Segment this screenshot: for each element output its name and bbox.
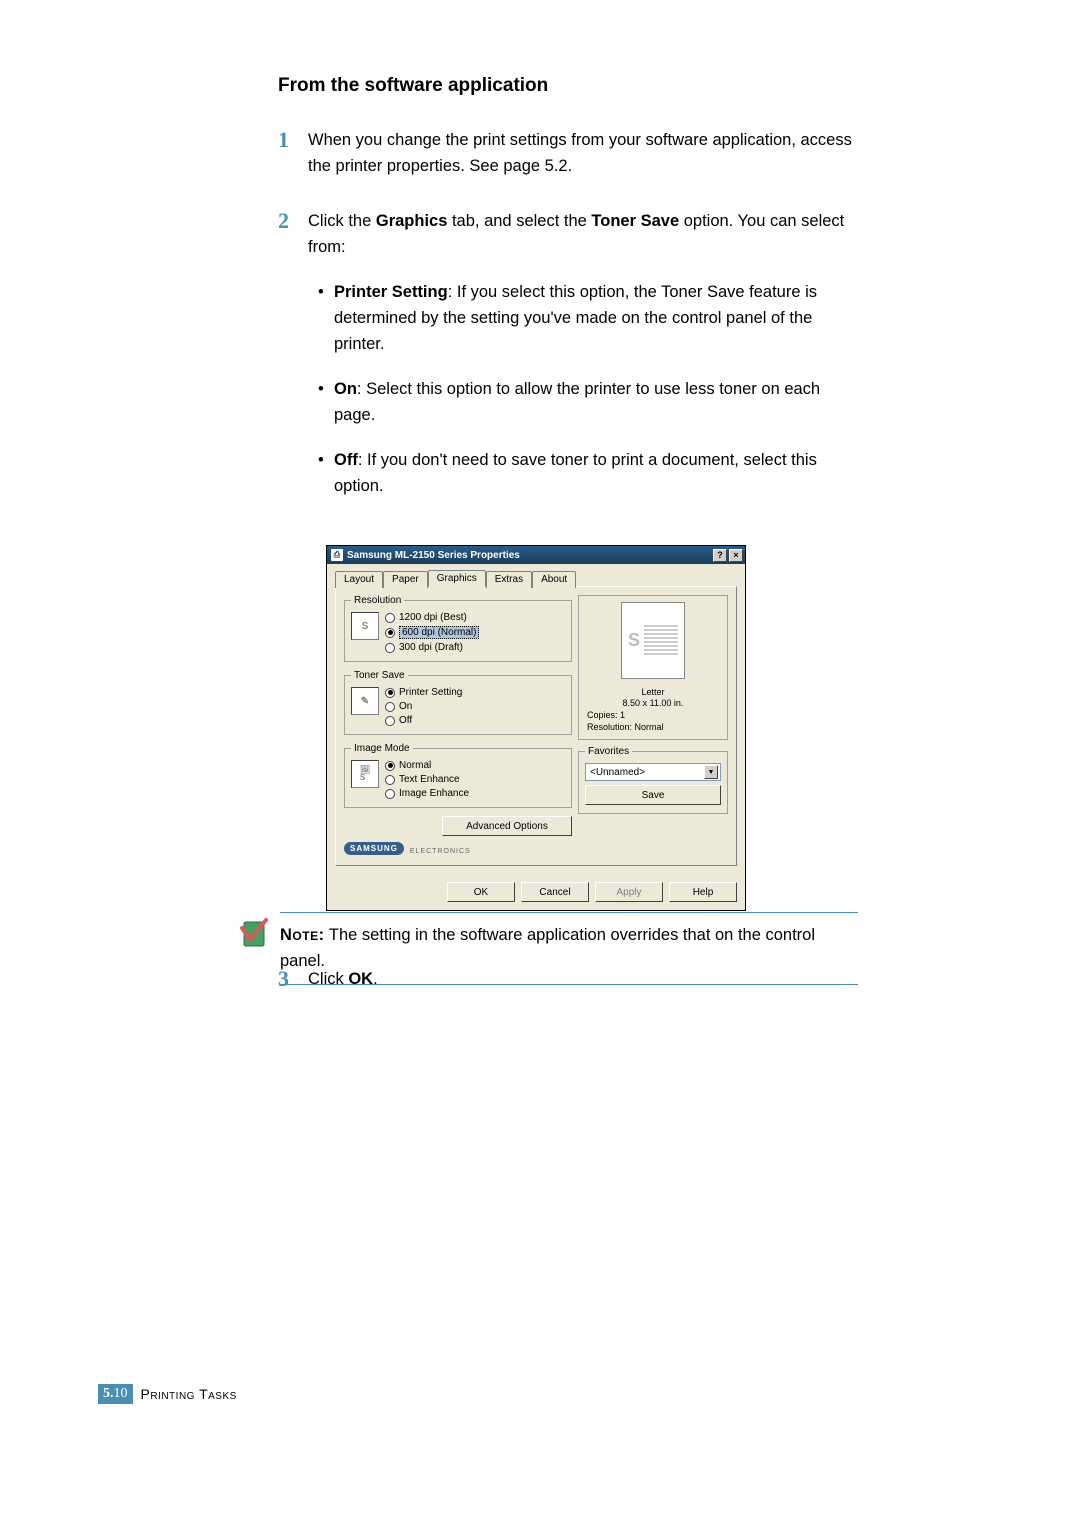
group-legend: Image Mode [351,743,413,754]
advanced-options-button[interactable]: Advanced Options [442,816,572,836]
favorites-dropdown[interactable]: <Unnamed> ▼ [585,763,721,781]
resolution-icon: S [351,612,379,640]
bullet-on: On: Select this option to allow the prin… [334,376,858,429]
samsung-logo: SAMSUNG [344,842,404,855]
printer-icon: ⎙ [331,549,343,561]
step2-text-c: tab, and select the [447,212,591,230]
tab-graphics[interactable]: Graphics [428,570,486,587]
preview-paper: Letter [587,687,719,699]
bullet-label: On [334,380,357,398]
chevron-down-icon[interactable]: ▼ [704,765,718,779]
page-content: From the software application 1 When you… [278,75,858,1005]
samsung-sub: ELECTRONICS [410,848,471,855]
chapter-number: 5. [103,1386,114,1401]
preview-page-icon: S [621,602,685,678]
group-resolution: Resolution S 1200 dpi (Best) 600 dpi (No… [344,595,572,662]
tab-extras[interactable]: Extras [486,571,532,588]
group-legend: Resolution [351,595,404,606]
step2-text-a: Click the [308,212,376,230]
step2-text-b: Graphics [376,212,448,230]
tab-paper[interactable]: Paper [383,571,428,588]
graphics-tab-panel: Resolution S 1200 dpi (Best) 600 dpi (No… [335,586,737,866]
apply-button[interactable]: Apply [595,882,663,902]
page-footer: 5.10 Printing Tasks [98,1384,237,1404]
note-block: Note: The setting in the software applic… [238,912,858,985]
step-number: 2 [278,208,308,232]
radio-1200dpi[interactable]: 1200 dpi (Best) [385,612,479,623]
tab-layout[interactable]: Layout [335,571,383,588]
radio-toner-on[interactable]: On [385,701,462,712]
group-legend: Favorites [585,746,632,757]
cancel-button[interactable]: Cancel [521,882,589,902]
favorites-value: <Unnamed> [590,767,645,778]
group-legend: Toner Save [351,670,408,681]
radio-printer-setting[interactable]: Printer Setting [385,687,462,698]
ok-button[interactable]: OK [447,882,515,902]
image-mode-icon: 🖼S [351,760,379,788]
step-body: When you change the print settings from … [308,127,858,180]
note-icon [238,918,270,950]
bullet-off: Off: If you don't need to save toner to … [334,447,858,500]
print-preview: S Letter 8.50 x 11.00 in. Copies: 1 Reso… [578,595,728,740]
step-1: 1 When you change the print settings fro… [278,127,858,180]
step2-text-d: Toner Save [591,212,679,230]
radio-image-normal[interactable]: Normal [385,760,469,771]
dialog-title: Samsung ML-2150 Series Properties [347,550,713,561]
page-number: 10 [114,1386,128,1401]
section-heading: From the software application [278,75,858,97]
step-2: 2 Click the Graphics tab, and select the… [278,208,858,518]
radio-text-enhance[interactable]: Text Enhance [385,774,469,785]
help-button[interactable]: ? [713,549,727,562]
step-body: Click the Graphics tab, and select the T… [308,208,858,518]
bullet-rest: : Select this option to allow the printe… [334,380,820,424]
section-title: Printing Tasks [141,1386,237,1402]
preview-resolution: Resolution: Normal [587,722,719,734]
note-text: Note: The setting in the software applic… [280,912,858,985]
note-label: Note: [280,926,325,944]
tab-about[interactable]: About [532,571,576,588]
close-button[interactable]: × [729,549,743,562]
note-body: The setting in the software application … [280,926,815,970]
preview-copies: Copies: 1 [587,710,719,722]
bullet-printer-setting: Printer Setting: If you select this opti… [334,279,858,358]
step-number: 1 [278,127,308,151]
bullet-rest: : If you don't need to save toner to pri… [334,451,817,495]
radio-toner-off[interactable]: Off [385,715,462,726]
brand-row: SAMSUNG ELECTRONICS [344,842,572,855]
group-image-mode: Image Mode 🖼S Normal Text Enhance Image … [344,743,572,808]
toner-save-icon: ✎ [351,687,379,715]
tab-strip: Layout Paper Graphics Extras About [335,570,737,587]
dialog-buttons: OK Cancel Apply Help [327,874,745,910]
favorites-save-button[interactable]: Save [585,785,721,805]
dialog-titlebar[interactable]: ⎙ Samsung ML-2150 Series Properties ? × [327,546,745,564]
bullet-list: Printer Setting: If you select this opti… [308,279,858,500]
radio-image-enhance[interactable]: Image Enhance [385,788,469,799]
printer-properties-dialog: ⎙ Samsung ML-2150 Series Properties ? × … [326,545,746,911]
bullet-label: Off [334,451,358,469]
help-button[interactable]: Help [669,882,737,902]
radio-600dpi[interactable]: 600 dpi (Normal) [385,626,479,639]
radio-300dpi[interactable]: 300 dpi (Draft) [385,642,479,653]
group-toner-save: Toner Save ✎ Printer Setting On Off [344,670,572,735]
group-favorites: Favorites <Unnamed> ▼ Save [578,746,728,814]
page-number-badge: 5.10 [98,1384,133,1404]
preview-dims: 8.50 x 11.00 in. [587,698,719,710]
bullet-label: Printer Setting [334,283,448,301]
